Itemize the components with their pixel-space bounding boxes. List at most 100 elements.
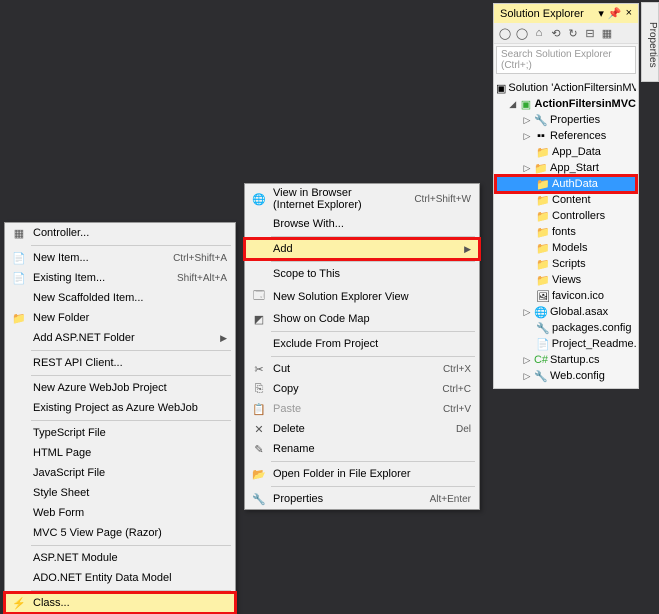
csharp-project-icon: ▣ bbox=[519, 97, 532, 111]
menu-label: Copy bbox=[269, 383, 422, 395]
solution-tree: ▣Solution 'ActionFiltersinMVC' (1 proj ◢… bbox=[494, 76, 638, 388]
menu-label: ASP.NET Module bbox=[29, 552, 227, 564]
show-all-icon[interactable]: ▦ bbox=[600, 26, 614, 40]
menu-ado-net-entity-model[interactable]: ADO.NET Entity Data Model bbox=[5, 568, 235, 588]
menu-label: Paste bbox=[269, 403, 423, 415]
folder-app-start[interactable]: ▷📁App_Start bbox=[496, 160, 636, 176]
file-web-config[interactable]: ▷🔧Web.config bbox=[496, 368, 636, 384]
submenu-arrow-icon: ▶ bbox=[464, 244, 471, 255]
menu-separator bbox=[271, 331, 475, 332]
folder-fonts[interactable]: 📁fonts bbox=[496, 224, 636, 240]
menu-rest-api-client[interactable]: REST API Client... bbox=[5, 353, 235, 373]
menu-web-form[interactable]: Web Form bbox=[5, 503, 235, 523]
menu-label: TypeScript File bbox=[29, 427, 227, 439]
home-icon[interactable]: ⌂ bbox=[532, 26, 546, 40]
tree-label: Web.config bbox=[550, 370, 605, 382]
dropdown-icon[interactable]: ▾ bbox=[598, 7, 604, 20]
tree-label: Properties bbox=[550, 114, 600, 126]
solution-root-label: Solution 'ActionFiltersinMVC' (1 proj bbox=[508, 82, 636, 94]
menu-label: Style Sheet bbox=[29, 487, 227, 499]
menu-browse-with[interactable]: Browse With... bbox=[245, 214, 479, 234]
menu-label: Cut bbox=[269, 363, 423, 375]
sync-icon[interactable]: ⟲ bbox=[549, 26, 563, 40]
solution-search-input[interactable]: Search Solution Explorer (Ctrl+;) bbox=[496, 46, 636, 74]
tree-label: favicon.ico bbox=[552, 290, 604, 302]
expander-icon[interactable]: ▷ bbox=[522, 307, 532, 318]
folder-icon: 📁 bbox=[536, 241, 550, 255]
config-file-icon: 🔧 bbox=[534, 369, 548, 383]
expander-icon[interactable]: ▷ bbox=[522, 371, 532, 382]
expander-icon[interactable]: ▷ bbox=[522, 115, 532, 126]
file-global-asax[interactable]: ▷🌐Global.asax bbox=[496, 304, 636, 320]
close-icon[interactable]: × bbox=[626, 7, 632, 20]
tree-label: AuthData bbox=[552, 178, 598, 190]
folder-controllers[interactable]: 📁Controllers bbox=[496, 208, 636, 224]
expander-icon[interactable]: ◢ bbox=[508, 99, 517, 110]
menu-rename[interactable]: ✎Rename bbox=[245, 439, 479, 459]
pin-icon[interactable]: 📌 bbox=[608, 7, 622, 20]
menu-exclude-from-project[interactable]: Exclude From Project bbox=[245, 334, 479, 354]
menu-label: Open Folder in File Explorer bbox=[269, 468, 471, 480]
menu-existing-project-azure[interactable]: Existing Project as Azure WebJob bbox=[5, 398, 235, 418]
back-icon[interactable]: ◯ bbox=[498, 26, 512, 40]
properties-tab[interactable]: Properties bbox=[641, 2, 659, 82]
menu-controller[interactable]: ▦Controller... bbox=[5, 223, 235, 243]
file-packages-config[interactable]: 🔧packages.config bbox=[496, 320, 636, 336]
solution-icon: ▣ bbox=[496, 81, 506, 95]
menu-new-azure-webjob[interactable]: New Azure WebJob Project bbox=[5, 378, 235, 398]
menu-label: MVC 5 View Page (Razor) bbox=[29, 527, 227, 539]
menu-open-folder-explorer[interactable]: 📂Open Folder in File Explorer bbox=[245, 464, 479, 484]
tree-label: Models bbox=[552, 242, 587, 254]
menu-html-page[interactable]: HTML Page bbox=[5, 443, 235, 463]
menu-separator bbox=[31, 375, 231, 376]
folder-content[interactable]: 📁Content bbox=[496, 192, 636, 208]
tree-label: Scripts bbox=[552, 258, 586, 270]
folder-views[interactable]: 📁Views bbox=[496, 272, 636, 288]
menu-style-sheet[interactable]: Style Sheet bbox=[5, 483, 235, 503]
menu-typescript-file[interactable]: TypeScript File bbox=[5, 423, 235, 443]
references-node[interactable]: ▷▪▪References bbox=[496, 128, 636, 144]
menu-view-in-browser[interactable]: 🌐View in Browser (Internet Explorer)Ctrl… bbox=[245, 184, 479, 214]
menu-scope-to-this[interactable]: Scope to This bbox=[245, 264, 479, 284]
menu-copy[interactable]: ⎘CopyCtrl+C bbox=[245, 379, 479, 399]
menu-new-item[interactable]: 📄New Item...Ctrl+Shift+A bbox=[5, 248, 235, 268]
folder-app-data[interactable]: 📁App_Data bbox=[496, 144, 636, 160]
refresh-icon[interactable]: ↻ bbox=[566, 26, 580, 40]
expander-icon[interactable]: ▷ bbox=[522, 163, 532, 174]
menu-properties[interactable]: 🔧PropertiesAlt+Enter bbox=[245, 489, 479, 509]
expander-icon[interactable]: ▷ bbox=[522, 355, 532, 366]
folder-authdata[interactable]: 📁AuthData bbox=[496, 176, 636, 192]
menu-label: Class... bbox=[29, 597, 227, 609]
properties-icon: 🔧 bbox=[249, 493, 269, 506]
solution-root[interactable]: ▣Solution 'ActionFiltersinMVC' (1 proj bbox=[496, 80, 636, 96]
collapse-icon[interactable]: ⊟ bbox=[583, 26, 597, 40]
menu-new-solution-view[interactable]: 🗔New Solution Explorer View bbox=[245, 284, 479, 309]
submenu-arrow-icon: ▶ bbox=[220, 333, 227, 344]
menu-javascript-file[interactable]: JavaScript File bbox=[5, 463, 235, 483]
menu-show-code-map[interactable]: ◩Show on Code Map bbox=[245, 309, 479, 329]
menu-class[interactable]: ⚡Class... bbox=[5, 593, 235, 613]
menu-separator bbox=[271, 236, 475, 237]
forward-icon[interactable]: ◯ bbox=[515, 26, 529, 40]
menu-existing-item[interactable]: 📄Existing Item...Shift+Alt+A bbox=[5, 268, 235, 288]
menu-add[interactable]: Add▶ bbox=[245, 239, 479, 259]
folder-icon: 📁 bbox=[534, 161, 548, 175]
rename-icon: ✎ bbox=[249, 443, 269, 456]
file-project-readme[interactable]: 📄Project_Readme.html bbox=[496, 336, 636, 352]
menu-label: ADO.NET Entity Data Model bbox=[29, 572, 227, 584]
file-favicon[interactable]: 🖼favicon.ico bbox=[496, 288, 636, 304]
menu-new-folder[interactable]: 📁New Folder bbox=[5, 308, 235, 328]
folder-scripts[interactable]: 📁Scripts bbox=[496, 256, 636, 272]
menu-new-scaffolded-item[interactable]: New Scaffolded Item... bbox=[5, 288, 235, 308]
menu-cut[interactable]: ✂CutCtrl+X bbox=[245, 359, 479, 379]
menu-asp-net-module[interactable]: ASP.NET Module bbox=[5, 548, 235, 568]
project-node[interactable]: ◢▣ActionFiltersinMVC bbox=[496, 96, 636, 112]
folder-models[interactable]: 📁Models bbox=[496, 240, 636, 256]
properties-node[interactable]: ▷🔧Properties bbox=[496, 112, 636, 128]
file-startup-cs[interactable]: ▷C#Startup.cs bbox=[496, 352, 636, 368]
menu-add-asp-net-folder[interactable]: Add ASP.NET Folder▶ bbox=[5, 328, 235, 348]
menu-mvc-view-page[interactable]: MVC 5 View Page (Razor) bbox=[5, 523, 235, 543]
menu-delete[interactable]: ✕DeleteDel bbox=[245, 419, 479, 439]
expander-icon[interactable]: ▷ bbox=[522, 131, 532, 142]
solution-explorer-toolbar: ◯ ◯ ⌂ ⟲ ↻ ⊟ ▦ bbox=[494, 23, 638, 44]
